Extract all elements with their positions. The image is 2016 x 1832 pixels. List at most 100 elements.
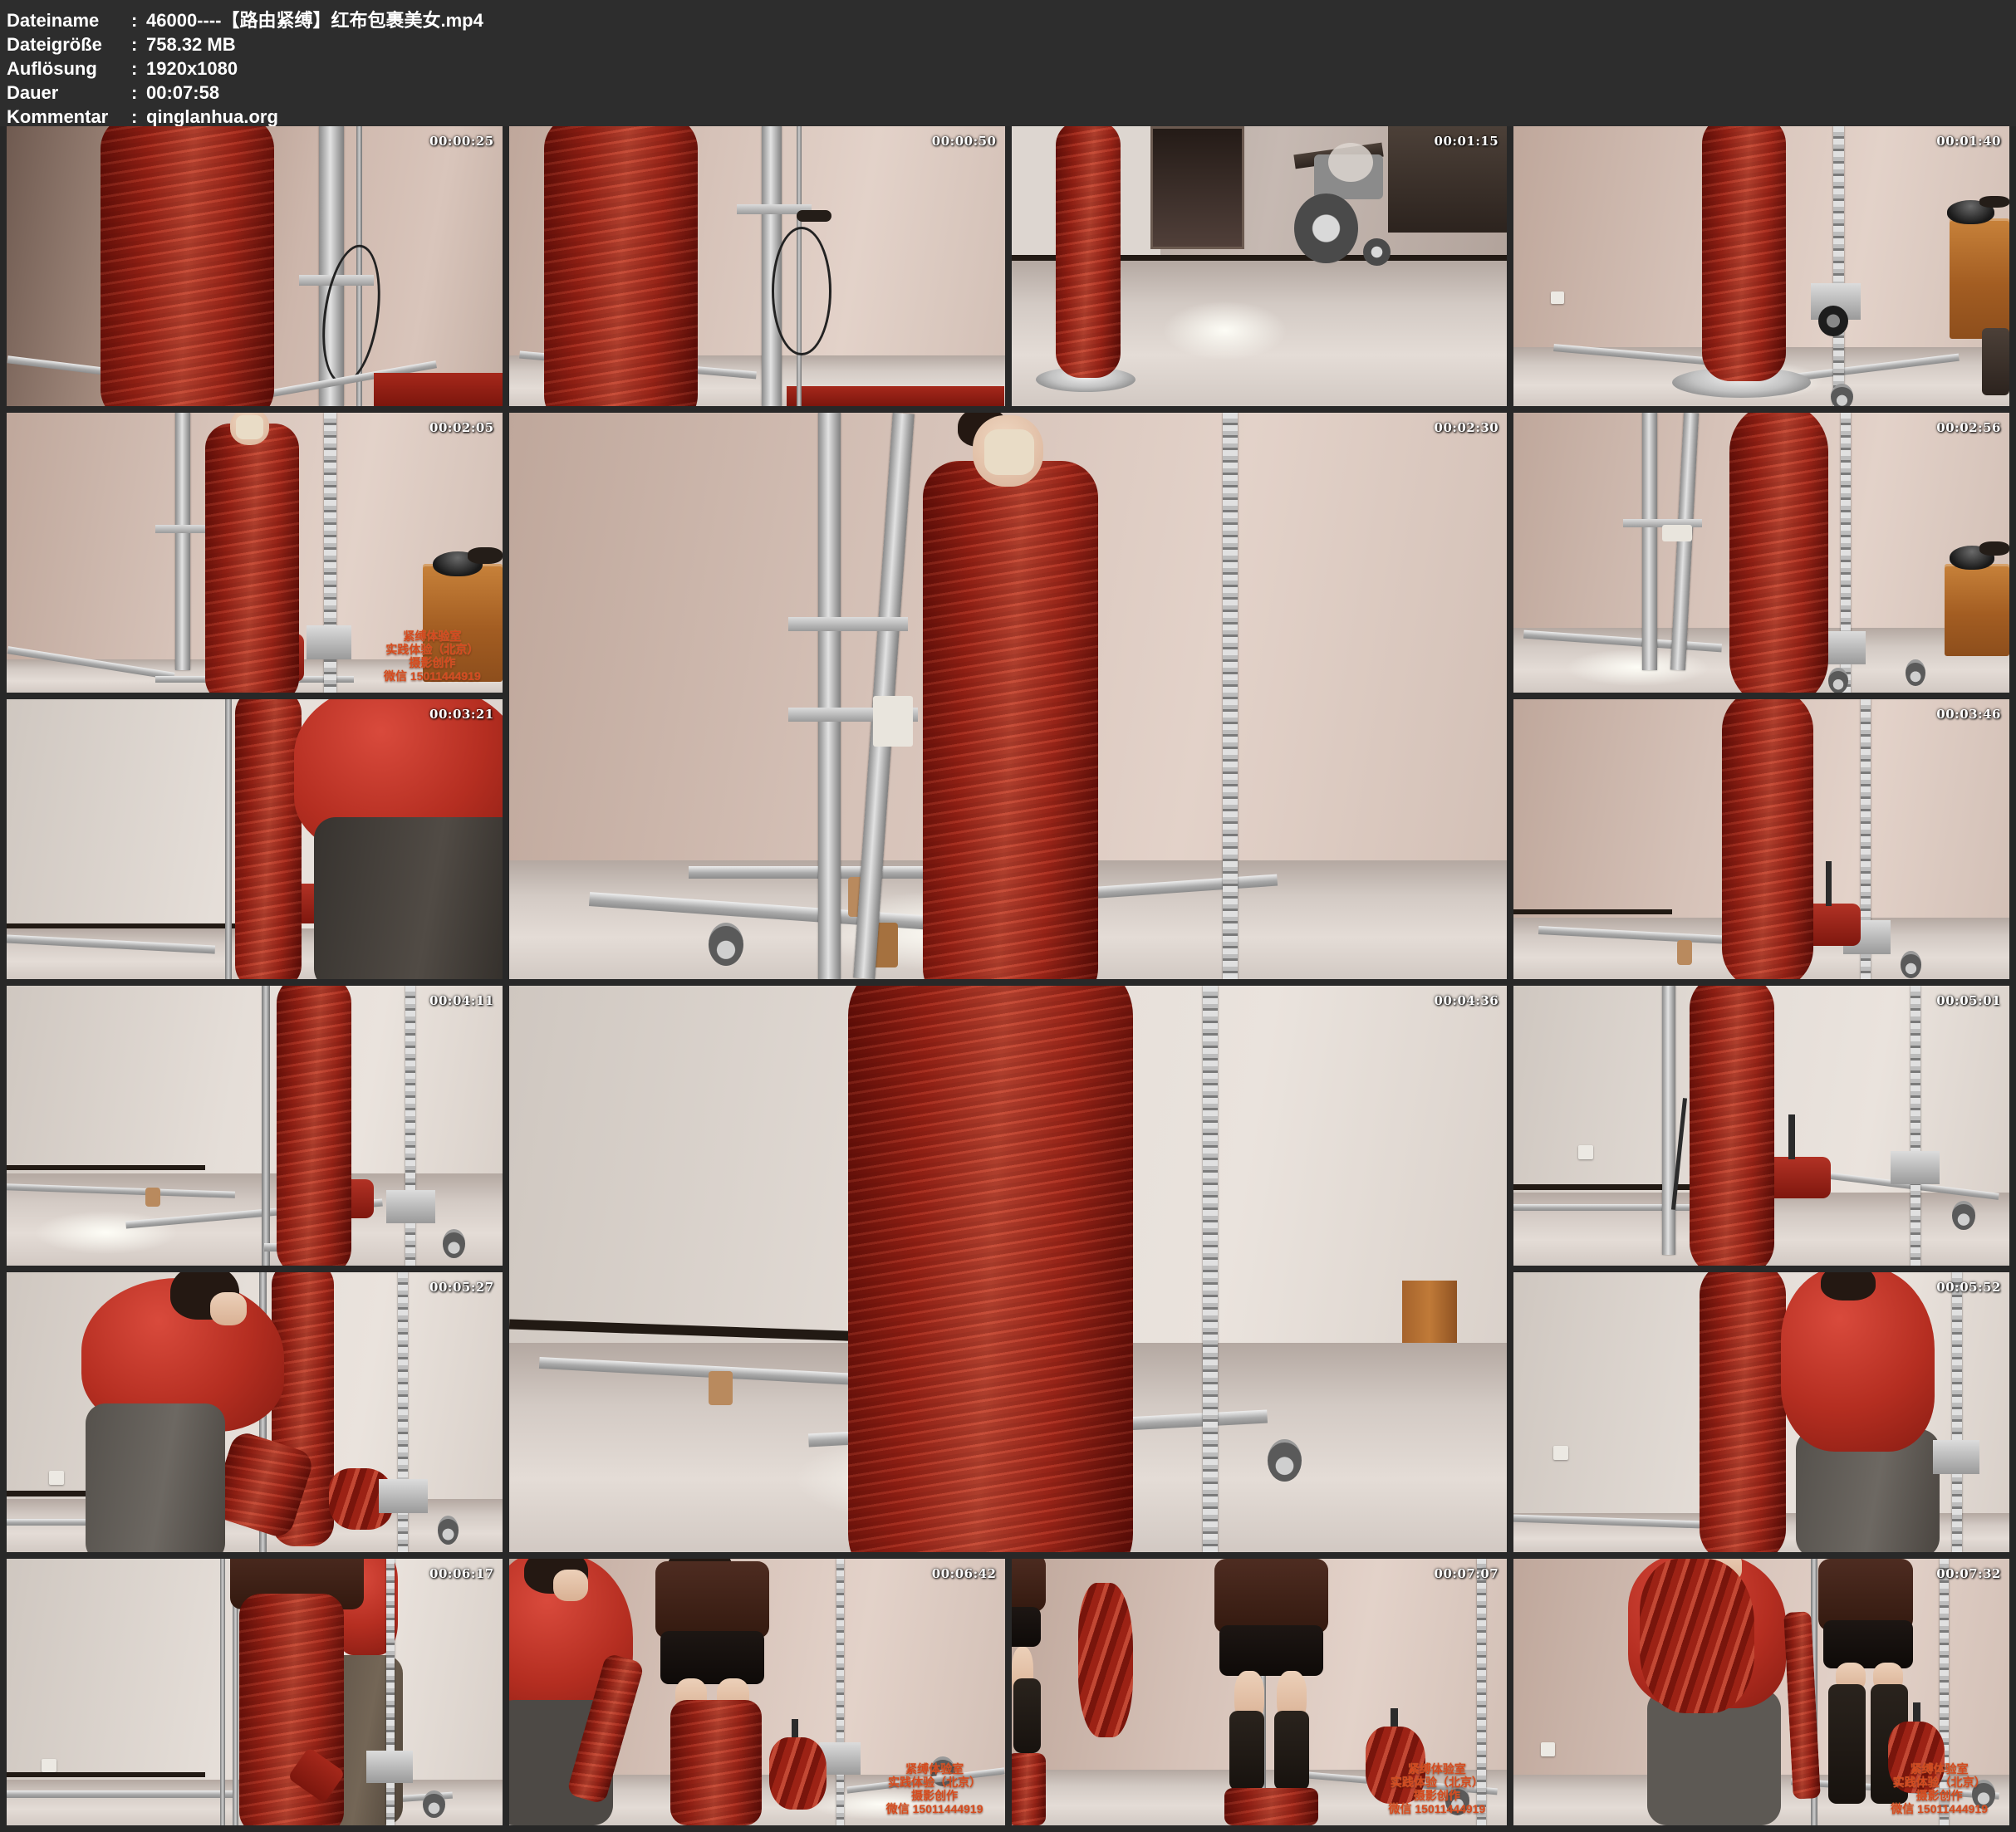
duration-value: 00:07:58 bbox=[146, 81, 219, 105]
caster-wheel bbox=[1952, 1201, 1974, 1229]
wrapped-feet bbox=[1012, 1753, 1047, 1825]
file-info-row: Kommentar:qinglanhua.org bbox=[7, 105, 2016, 129]
wrapped-figure bbox=[848, 986, 1132, 1552]
wrapped-figure bbox=[923, 461, 1097, 979]
caster-wheel bbox=[443, 1229, 465, 1257]
wall-socket bbox=[1553, 1446, 1568, 1460]
wrapped-figure bbox=[277, 986, 351, 1266]
wrapped-figure bbox=[1702, 126, 1786, 381]
baseboard bbox=[7, 1772, 205, 1777]
video-thumbnail: 00:05:52 bbox=[1513, 1272, 2009, 1552]
info-label: Dateiname bbox=[7, 8, 131, 32]
metal-pole bbox=[175, 413, 190, 670]
wrapped-legs bbox=[670, 1700, 762, 1825]
wrapped-figure bbox=[1690, 986, 1773, 1266]
file-info-row: Auflösung:1920x1080 bbox=[7, 56, 2016, 81]
caster-wheel bbox=[423, 1790, 444, 1818]
rigger-hair bbox=[1821, 1272, 1876, 1301]
caster-wheel bbox=[1828, 668, 1848, 693]
video-thumbnail: 00:02:56 bbox=[1513, 413, 2009, 693]
floor-glare bbox=[1160, 300, 1289, 361]
jack-bar bbox=[1952, 1272, 1962, 1552]
thigh-boot bbox=[1828, 1684, 1866, 1804]
paper-cup bbox=[709, 1371, 733, 1405]
wheelchair-wheel bbox=[1294, 193, 1359, 263]
timestamp-overlay: 00:00:50 bbox=[932, 134, 997, 149]
jack-bar bbox=[405, 986, 415, 1266]
jack-bar bbox=[1203, 986, 1218, 1552]
red-bundle bbox=[1640, 1559, 1754, 1713]
jack-wheel bbox=[1818, 306, 1848, 336]
rigger-pants bbox=[86, 1403, 224, 1552]
video-thumbnail: 00:03:21 bbox=[7, 699, 503, 979]
stand-bracket bbox=[155, 525, 210, 533]
studio-watermark: 紧缚体验室实践体验（北京）摄影创作微信 15011444919 bbox=[886, 1762, 983, 1815]
floor-glare bbox=[32, 1210, 180, 1255]
jack-clamp bbox=[366, 1751, 414, 1783]
video-thumbnail: 00:06:17 bbox=[7, 1559, 503, 1825]
rigger-face bbox=[210, 1292, 248, 1325]
wall-socket bbox=[42, 1759, 56, 1772]
wall-socket bbox=[49, 1471, 64, 1485]
ottoman bbox=[1982, 328, 2009, 395]
timestamp-overlay: 00:01:15 bbox=[1435, 134, 1499, 149]
red-bundle bbox=[1078, 1583, 1133, 1737]
watermark-line: 紧缚体验室 bbox=[886, 1762, 983, 1776]
wrapped-figure bbox=[101, 126, 274, 406]
watermark-line: 实践体验（北京） bbox=[886, 1776, 983, 1789]
info-separator: : bbox=[131, 56, 146, 81]
timestamp-overlay: 00:07:07 bbox=[1435, 1566, 1499, 1581]
file-info-row: Dateigröße:758.32 MB bbox=[7, 32, 2016, 56]
wall-socket bbox=[1578, 1145, 1593, 1159]
video-thumbnail: 00:02:30 bbox=[509, 413, 1508, 979]
wrapped-figure bbox=[544, 126, 698, 406]
filename-value: 46000----【路由紧缚】红布包裹美女.mp4 bbox=[146, 8, 483, 32]
file-info-row: Dateiname:46000----【路由紧缚】红布包裹美女.mp4 bbox=[7, 8, 2016, 32]
video-thumbnail: 00:00:50 bbox=[509, 126, 1005, 406]
stand-bracket bbox=[788, 617, 908, 631]
jack-clamp bbox=[307, 625, 351, 659]
file-info-header: Dateiname:46000----【路由紧缚】红布包裹美女.mp4 Date… bbox=[0, 0, 2016, 126]
jack-clamp bbox=[1891, 1151, 1940, 1184]
timestamp-overlay: 00:06:42 bbox=[932, 1566, 997, 1581]
timestamp-overlay: 00:04:36 bbox=[1435, 993, 1499, 1008]
thigh-boot bbox=[1274, 1711, 1309, 1790]
video-thumbnail: 00:07:07紧缚体验室实践体验（北京）摄影创作微信 15011444919 bbox=[1012, 1559, 1508, 1825]
timestamp-overlay: 00:03:46 bbox=[1936, 707, 2001, 722]
timestamp-overlay: 00:04:11 bbox=[429, 993, 494, 1008]
video-thumbnail: 00:06:42 紧缚体验室实践体验（北京）摄影创作微信 15011444919 bbox=[509, 1559, 1005, 1825]
model-skirt bbox=[660, 1631, 764, 1684]
power-cable bbox=[772, 227, 831, 355]
info-label: Kommentar bbox=[7, 105, 131, 129]
video-thumbnail: 00:04:36 bbox=[509, 986, 1508, 1552]
red-bag bbox=[769, 1737, 827, 1810]
watermark-line: 实践体验（北京） bbox=[1891, 1776, 1988, 1789]
watermark-line: 微信 15011444919 bbox=[1891, 1802, 1988, 1815]
info-separator: : bbox=[131, 8, 146, 32]
jack-clamp bbox=[379, 1479, 429, 1512]
caster-wheel bbox=[1906, 659, 1925, 687]
watermark-line: 摄影创作 bbox=[886, 1789, 983, 1802]
wrapped-feet bbox=[1224, 1788, 1318, 1825]
studio-watermark: 紧缚体验室实践体验（北京）摄影创作微信 15011444919 bbox=[1891, 1762, 1988, 1815]
video-thumbnail: 00:03:46 bbox=[1513, 699, 2009, 979]
model-skirt bbox=[1012, 1607, 1042, 1647]
watermark-line: 摄影创作 bbox=[384, 656, 481, 669]
sunglasses bbox=[1979, 541, 2009, 556]
info-separator: : bbox=[131, 81, 146, 105]
jack-bar bbox=[1833, 126, 1844, 406]
jack-clamp bbox=[1933, 1440, 1980, 1473]
video-thumbnail: 00:07:32紧缚体验室实践体验（北京）摄影创作微信 15011444919 bbox=[1513, 1559, 2009, 1825]
watermark-line: 微信 15011444919 bbox=[886, 1802, 983, 1815]
watermark-line: 摄影创作 bbox=[1891, 1789, 1988, 1802]
wrapped-figure bbox=[205, 424, 299, 693]
info-separator: : bbox=[131, 105, 146, 129]
red-cloth bbox=[787, 386, 1005, 406]
wrapped-figure bbox=[1729, 413, 1828, 693]
timestamp-overlay: 00:06:17 bbox=[429, 1566, 494, 1581]
floor-glare bbox=[1563, 648, 1712, 687]
thigh-boot bbox=[1013, 1678, 1041, 1753]
wrapped-figure bbox=[235, 699, 302, 979]
baseboard bbox=[1513, 909, 1672, 915]
stand-rail bbox=[7, 1790, 235, 1797]
